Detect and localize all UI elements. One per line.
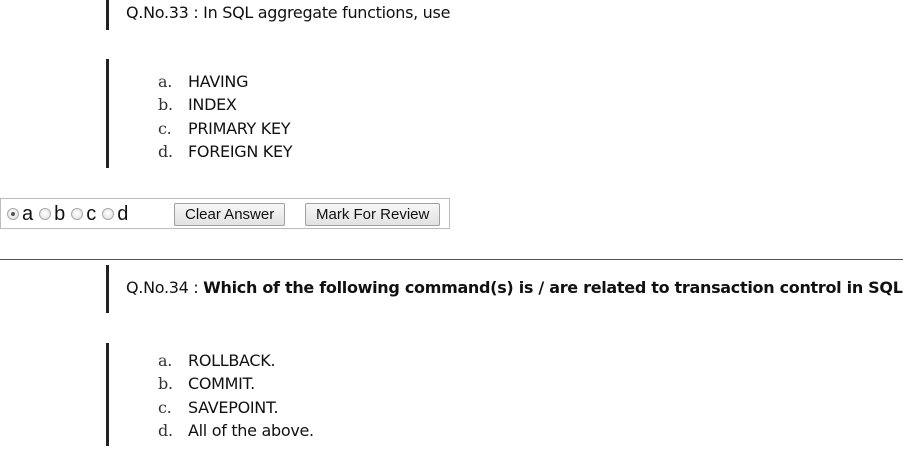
question-body: Which of the following command(s) is / a… xyxy=(203,278,903,297)
radio-label-b[interactable]: b xyxy=(54,203,65,226)
option-letter: a. xyxy=(158,351,173,370)
question-number: Q.No.33 : xyxy=(126,3,204,22)
question-divider xyxy=(0,259,903,260)
question-33-header xyxy=(106,0,109,30)
option-text: COMMIT. xyxy=(188,374,255,393)
option-letter: c. xyxy=(158,398,172,417)
option-letter: a. xyxy=(158,72,173,91)
radio-b[interactable] xyxy=(39,208,52,220)
option-a: a. ROLLBACK. xyxy=(158,351,276,370)
question-body: In SQL aggregate functions, use xyxy=(203,3,451,22)
question-34-text: Q.No.34 : Which of the following command… xyxy=(126,278,903,297)
question-34-options: a. ROLLBACK. b. COMMIT. c. SAVEPOINT. d. All… xyxy=(106,343,903,446)
question-34-header xyxy=(106,265,109,313)
clear-answer-button[interactable]: Clear Answer xyxy=(174,203,286,226)
option-text: SAVEPOINT. xyxy=(188,398,279,417)
option-letter: b. xyxy=(158,95,173,114)
option-b: b. COMMIT. xyxy=(158,374,255,393)
question-33-options: a. HAVING b. INDEX c. PRIMARY KEY d. FOREIGN… xyxy=(106,59,903,168)
question-number: Q.No.34 : xyxy=(126,278,204,297)
option-letter: b. xyxy=(158,374,173,393)
answer-bar: a b c d Clear Answer Mark For Review xyxy=(0,198,450,229)
option-text: All of the above. xyxy=(188,421,314,440)
option-c: c. PRIMARY KEY xyxy=(158,119,291,138)
radio-c[interactable] xyxy=(71,208,84,220)
radio-label-c[interactable]: c xyxy=(86,203,96,226)
option-d: d. FOREIGN KEY xyxy=(158,142,293,161)
option-a: a. HAVING xyxy=(158,72,248,91)
option-text: FOREIGN KEY xyxy=(188,142,293,161)
option-b: b. INDEX xyxy=(158,95,237,114)
option-d: d. All of the above. xyxy=(158,421,314,440)
option-text: INDEX xyxy=(188,95,237,114)
answer-radio-group: a b c d xyxy=(7,203,134,225)
radio-a[interactable] xyxy=(7,208,19,220)
option-letter: d. xyxy=(158,421,173,440)
radio-d[interactable] xyxy=(102,208,115,220)
option-text: ROLLBACK. xyxy=(188,351,276,370)
option-letter: c. xyxy=(158,119,172,138)
option-text: PRIMARY KEY xyxy=(188,119,291,138)
radio-label-a[interactable]: a xyxy=(22,203,33,226)
radio-label-d[interactable]: d xyxy=(117,203,128,226)
option-text: HAVING xyxy=(188,72,249,91)
mark-for-review-button[interactable]: Mark For Review xyxy=(305,203,441,226)
question-33-text: Q.No.33 : In SQL aggregate functions, us… xyxy=(126,3,450,22)
option-c: c. SAVEPOINT. xyxy=(158,398,279,417)
option-letter: d. xyxy=(158,142,173,161)
